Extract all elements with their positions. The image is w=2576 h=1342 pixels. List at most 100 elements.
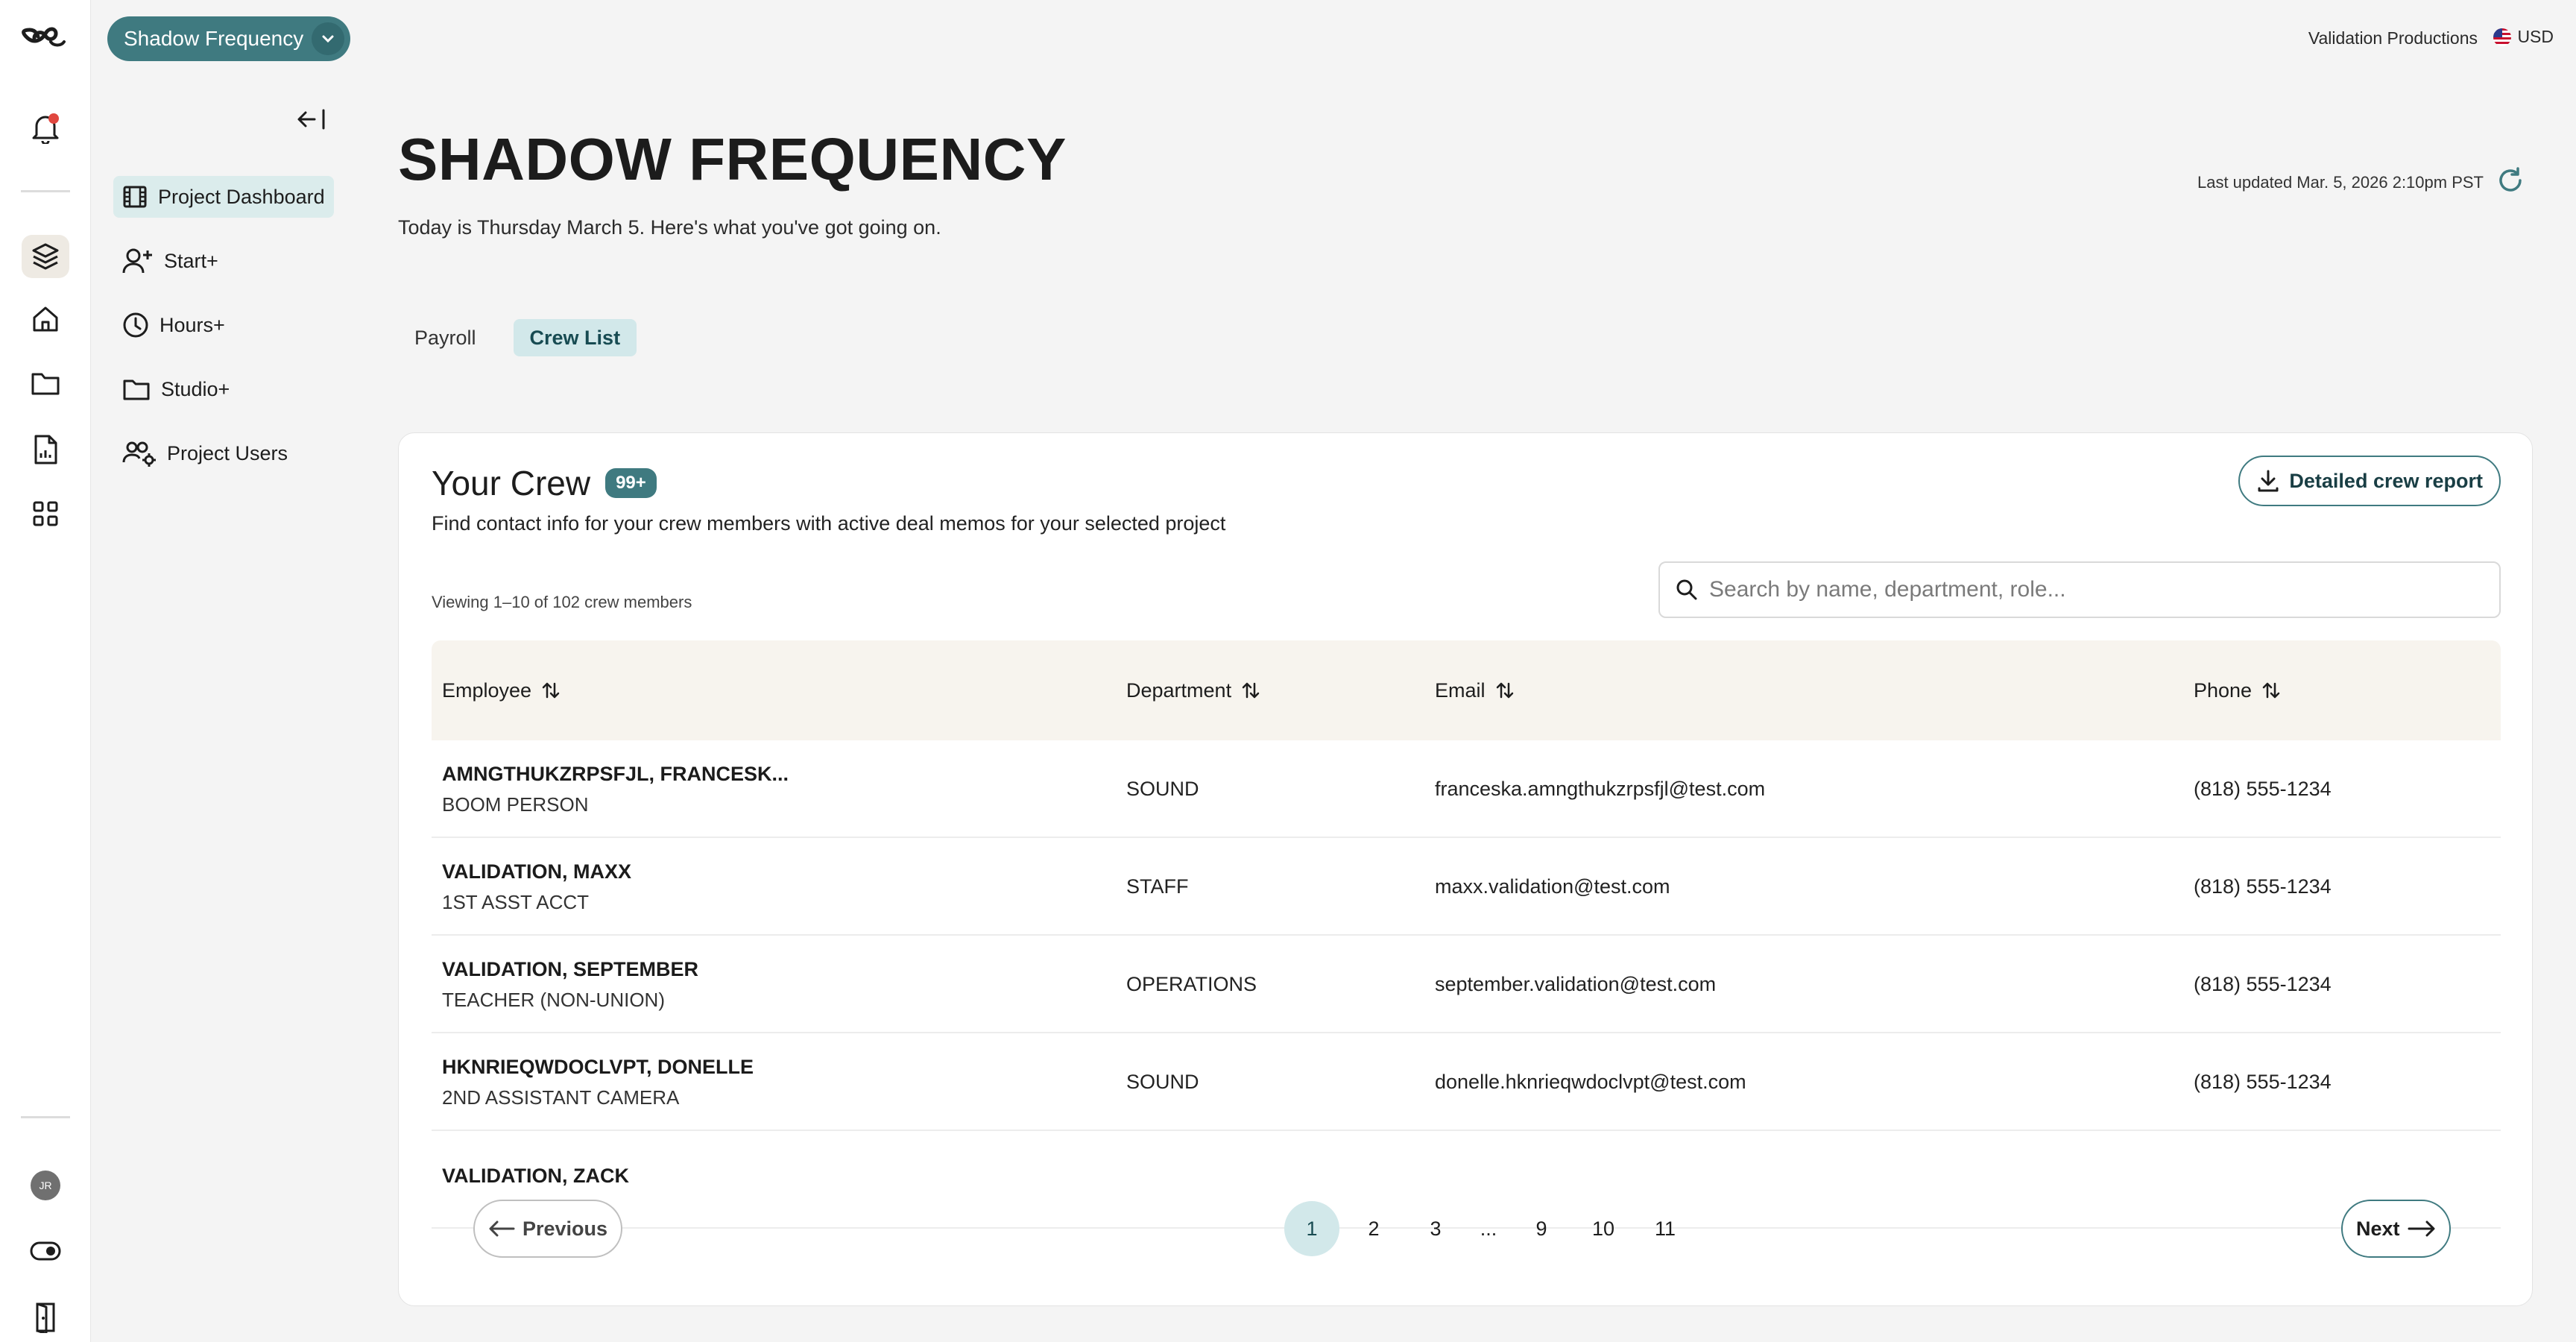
page-2-button[interactable]: 2 xyxy=(1346,1201,1401,1256)
employee-role: 2ND ASSISTANT CAMERA xyxy=(442,1086,680,1109)
collapse-sidebar-icon[interactable] xyxy=(295,107,328,136)
nav-item-start[interactable]: Start+ xyxy=(113,240,227,282)
table-header: Employee Department Email Phone xyxy=(432,640,2501,740)
project-selector[interactable]: Shadow Frequency xyxy=(107,16,350,61)
icon-rail: JR xyxy=(0,0,91,1342)
download-icon xyxy=(2258,470,2279,492)
phone-cell: (818) 555-1234 xyxy=(2194,973,2332,995)
arrow-left-icon xyxy=(489,1220,515,1237)
folder-icon[interactable] xyxy=(31,370,60,397)
folder-icon xyxy=(123,379,150,400)
email-cell[interactable]: franceska.amngthukzrpsfjl@test.com xyxy=(1435,740,1765,838)
employee-name: VALIDATION, SEPTEMBER xyxy=(442,957,699,980)
employee-name: VALIDATION, MAXX xyxy=(442,860,631,883)
nav-item-label: Studio+ xyxy=(161,377,230,400)
rail-divider xyxy=(21,190,70,192)
table-row[interactable]: AMNGTHUKZRPSFJL, FRANCESK... BOOM PERSON… xyxy=(432,740,2501,838)
nav-item-label: Project Dashboard xyxy=(158,185,325,208)
column-employee[interactable]: Employee xyxy=(442,640,560,740)
crew-table: Employee Department Email Phone AMNGTHUK… xyxy=(432,640,2501,1268)
column-label: Phone xyxy=(2194,678,2253,702)
crew-search[interactable] xyxy=(1658,561,2501,618)
employee-name: AMNGTHUKZRPSFJL, FRANCESK... xyxy=(442,762,789,785)
employee-name: HKNRIEQWDOCLVPT, DONELLE xyxy=(442,1055,754,1078)
nav-item-project-dashboard[interactable]: Project Dashboard xyxy=(113,176,334,218)
nav-item-hours[interactable]: Hours+ xyxy=(113,304,234,346)
table-row[interactable]: HKNRIEQWDOCLVPT, DONELLE 2ND ASSISTANT C… xyxy=(432,1033,2501,1131)
next-label: Next xyxy=(2356,1217,2400,1240)
department-cell: SOUND xyxy=(1126,778,1199,800)
previous-label: Previous xyxy=(523,1217,608,1240)
department-cell: OPERATIONS xyxy=(1126,973,1257,995)
user-plus-icon xyxy=(122,248,152,274)
last-updated: Last updated Mar. 5, 2026 2:10pm PST xyxy=(2197,173,2484,192)
nav-item-label: Project Users xyxy=(167,441,288,464)
department-cell: STAFF xyxy=(1126,875,1189,898)
column-email[interactable]: Email xyxy=(1435,640,1514,740)
detailed-crew-report-button[interactable]: Detailed crew report xyxy=(2238,456,2501,506)
employee-role: 1ST ASST ACCT xyxy=(442,890,590,913)
notification-dot xyxy=(48,113,59,124)
users-gear-icon xyxy=(122,441,156,467)
report-document-icon[interactable] xyxy=(32,434,59,465)
company-name[interactable]: Validation Productions xyxy=(2308,28,2478,48)
phone-cell: (818) 555-1234 xyxy=(2194,875,2332,898)
toggle-icon[interactable] xyxy=(29,1241,62,1261)
viewing-count: Viewing 1–10 of 102 crew members xyxy=(432,593,692,611)
pagination: Previous 1 2 3 ... 9 10 11 Next xyxy=(399,1200,2534,1259)
column-label: Email xyxy=(1435,678,1486,702)
employee-cell: VALIDATION, MAXX 1ST ASST ACCT xyxy=(442,838,631,936)
previous-page-button[interactable]: Previous xyxy=(473,1200,623,1258)
phone-cell: (818) 555-1234 xyxy=(2194,1071,2332,1093)
page-ellipsis: ... xyxy=(1480,1217,1497,1240)
nav-item-label: Start+ xyxy=(164,249,218,272)
apps-grid-icon[interactable] xyxy=(31,500,60,528)
email-cell[interactable]: maxx.validation@test.com xyxy=(1435,838,1670,936)
chevron-down-icon xyxy=(312,22,344,55)
column-department[interactable]: Department xyxy=(1126,640,1260,740)
email-cell[interactable]: september.validation@test.com xyxy=(1435,936,1716,1033)
page-11-button[interactable]: 11 xyxy=(1638,1201,1693,1256)
employee-role: BOOM PERSON xyxy=(442,793,589,816)
report-button-label: Detailed crew report xyxy=(2289,469,2483,492)
home-icon[interactable] xyxy=(31,304,60,334)
page-subtitle: Today is Thursday March 5. Here's what y… xyxy=(398,216,941,239)
table-body: AMNGTHUKZRPSFJL, FRANCESK... BOOM PERSON… xyxy=(432,740,2501,1268)
us-flag-icon xyxy=(2493,28,2512,46)
tab-crew-list[interactable]: Crew List xyxy=(513,319,637,356)
page-3-button[interactable]: 3 xyxy=(1408,1201,1463,1256)
next-page-button[interactable]: Next xyxy=(2341,1200,2451,1258)
table-row[interactable]: VALIDATION, SEPTEMBER TEACHER (NON-UNION… xyxy=(432,936,2501,1033)
employee-name: VALIDATION, ZACK xyxy=(442,1165,629,1187)
employee-cell: VALIDATION, SEPTEMBER TEACHER (NON-UNION… xyxy=(442,936,698,1033)
search-icon xyxy=(1676,579,1697,600)
sort-icon xyxy=(2262,682,2280,699)
currency-selector[interactable]: USD xyxy=(2493,27,2554,47)
sort-icon xyxy=(1242,682,1260,699)
table-row[interactable]: VALIDATION, MAXX 1ST ASST ACCT STAFF max… xyxy=(432,838,2501,936)
nav-item-studio[interactable]: Studio+ xyxy=(113,368,239,410)
page-9-button[interactable]: 9 xyxy=(1514,1201,1569,1256)
logout-door-icon[interactable] xyxy=(33,1302,58,1333)
refresh-icon[interactable] xyxy=(2496,166,2525,199)
page-title: SHADOW FREQUENCY xyxy=(398,126,1067,192)
nav-item-project-users[interactable]: Project Users xyxy=(113,432,297,474)
search-input[interactable] xyxy=(1709,577,2455,602)
user-avatar[interactable]: JR xyxy=(31,1171,60,1200)
column-phone[interactable]: Phone xyxy=(2194,640,2280,740)
clock-icon xyxy=(123,312,148,338)
crew-title-wrap: Your Crew 99+ xyxy=(432,463,657,503)
employee-cell: HKNRIEQWDOCLVPT, DONELLE 2ND ASSISTANT C… xyxy=(442,1033,754,1131)
page-1-button[interactable]: 1 xyxy=(1284,1201,1339,1256)
email-cell[interactable]: donelle.hknrieqwdoclvpt@test.com xyxy=(1435,1033,1746,1131)
notifications-bell-icon[interactable] xyxy=(28,110,63,146)
crew-description: Find contact info for your crew members … xyxy=(432,512,1226,535)
layers-icon[interactable] xyxy=(22,235,69,278)
app-logo-icon[interactable] xyxy=(21,25,70,51)
tab-payroll[interactable]: Payroll xyxy=(398,319,493,356)
nav-item-label: Hours+ xyxy=(160,313,225,336)
currency-label: USD xyxy=(2517,27,2554,46)
sort-icon xyxy=(1496,682,1513,699)
column-label: Department xyxy=(1126,678,1232,702)
page-10-button[interactable]: 10 xyxy=(1576,1201,1631,1256)
